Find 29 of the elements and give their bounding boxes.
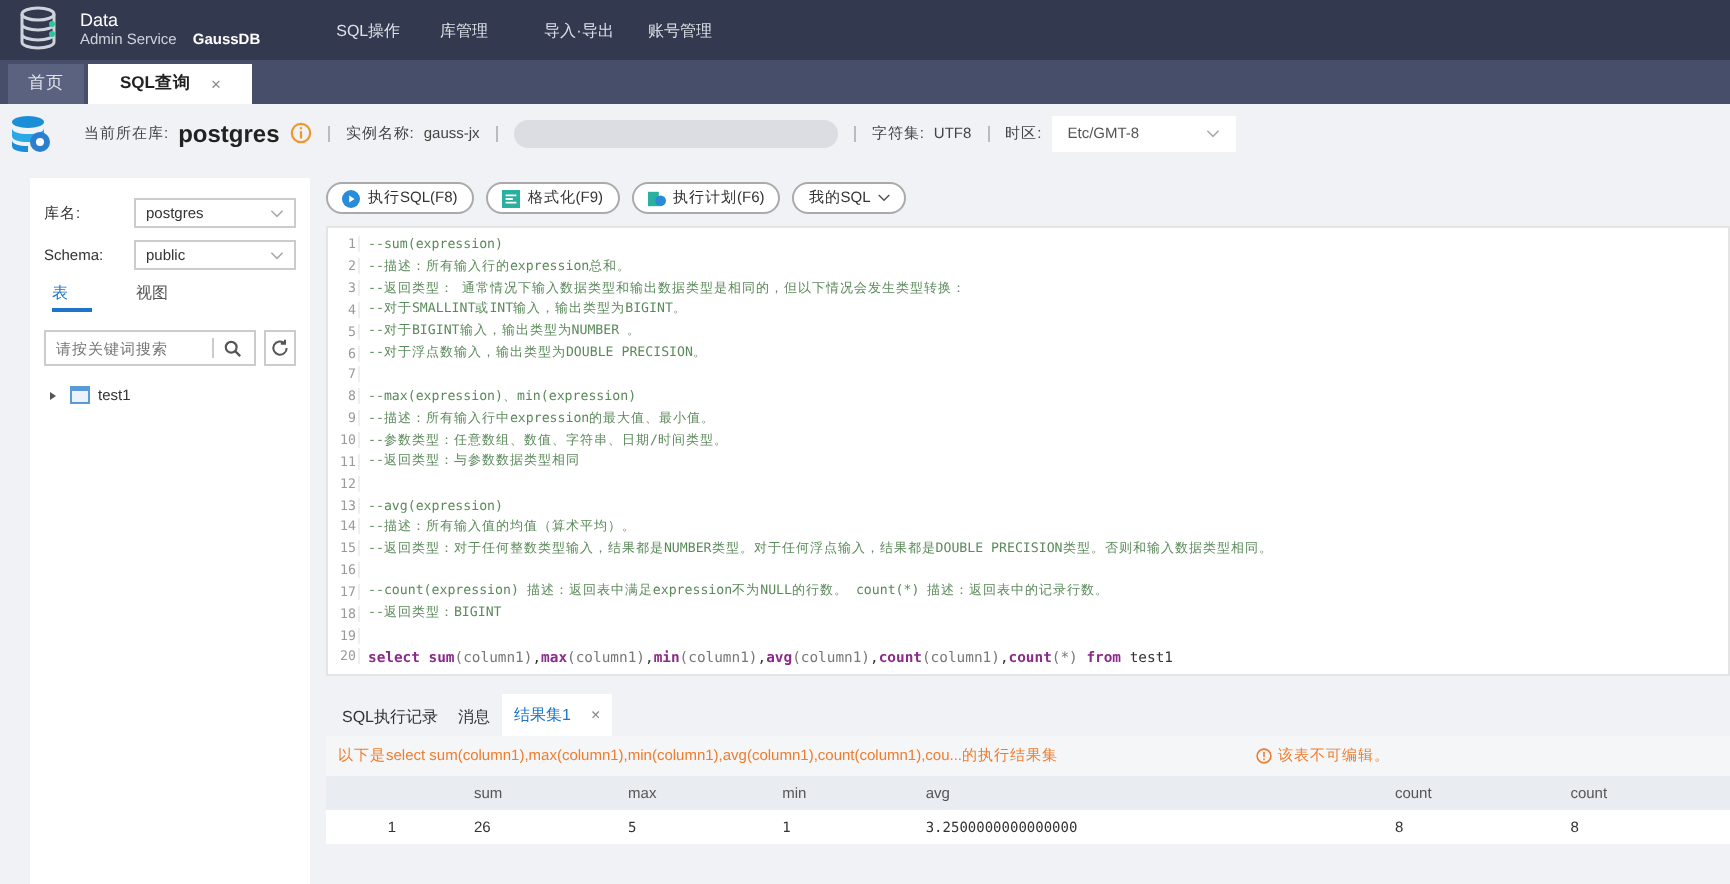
play-icon — [342, 189, 360, 207]
expand-arrow-icon[interactable] — [50, 391, 56, 399]
result-tab[interactable]: 消息 — [450, 698, 499, 736]
plan-icon — [647, 189, 666, 207]
chevron-down-icon — [270, 209, 284, 217]
object-tab[interactable]: 表 — [52, 282, 92, 312]
chevron-down-icon — [270, 251, 284, 259]
menu-item[interactable]: 导入·导出 — [544, 19, 649, 41]
current-db-name: postgres — [178, 119, 280, 147]
warning-icon — [1256, 748, 1272, 764]
search-icon[interactable] — [224, 339, 242, 357]
refresh-icon — [270, 338, 291, 358]
brand-title: Data — [80, 10, 121, 30]
page-tab[interactable]: SQL查询 × — [88, 64, 253, 104]
database-icon — [10, 113, 54, 153]
result-tab[interactable]: 结果集1 × — [502, 694, 613, 736]
chevron-down-icon — [878, 194, 891, 202]
menu-item[interactable]: 账号管理 — [648, 19, 753, 41]
menu-item[interactable]: SQL操作 — [336, 19, 441, 41]
page-tab[interactable]: 首页 — [8, 64, 84, 104]
chevron-down-icon — [1205, 129, 1220, 137]
object-tab[interactable]: 视图 — [136, 282, 176, 312]
close-icon[interactable]: × — [590, 706, 601, 724]
format-icon — [501, 189, 520, 207]
menu-item[interactable]: 库管理 — [440, 19, 545, 41]
refresh-button[interactable] — [264, 330, 296, 366]
close-icon[interactable]: × — [210, 74, 221, 94]
table-icon — [70, 386, 90, 404]
result-tab[interactable]: SQL执行记录 — [334, 698, 447, 736]
